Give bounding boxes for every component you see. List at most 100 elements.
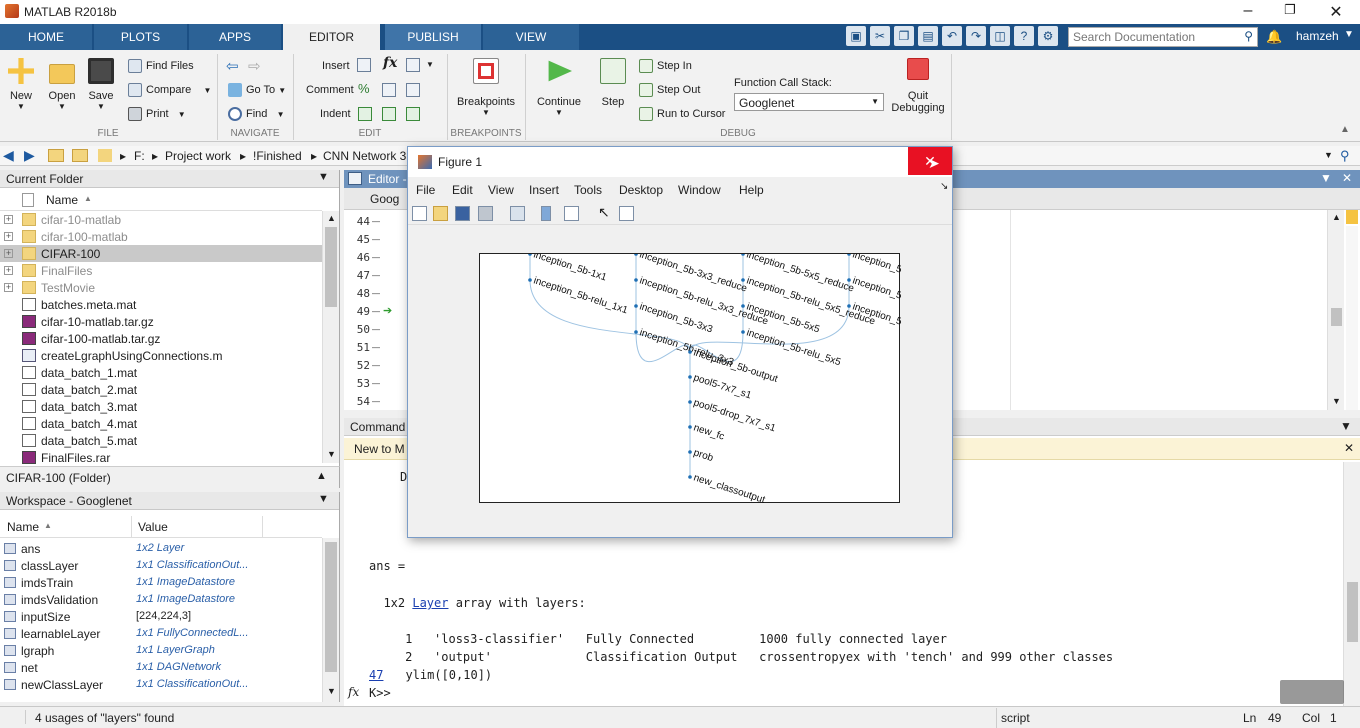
- history-line-number[interactable]: 47: [369, 668, 383, 682]
- expand-icon[interactable]: +: [4, 249, 13, 258]
- back-arrow-icon[interactable]: ⇦: [226, 57, 239, 75]
- close-panel-icon[interactable]: ✕: [1342, 171, 1352, 185]
- scroll-up-icon[interactable]: ▲: [1332, 212, 1341, 222]
- plot-axes[interactable]: inception_5b-1x1 inception_5b-relu_1x1 inc…: [479, 249, 972, 506]
- breakpoints-button[interactable]: Breakpoints ▼: [452, 58, 520, 117]
- function-call-stack-select[interactable]: Googlenet ▼: [734, 93, 884, 111]
- breakpoint-gutter-marker[interactable]: —: [372, 289, 380, 298]
- breadcrumb-project-work[interactable]: Project work: [165, 149, 231, 163]
- breakpoint-gutter-marker[interactable]: —: [372, 361, 380, 370]
- save-icon[interactable]: ▣: [846, 26, 866, 46]
- fx-icon[interactable]: fx: [348, 685, 359, 699]
- menu-window[interactable]: Window: [678, 183, 721, 197]
- variable-row[interactable]: inputSize [224,224,3]: [0, 608, 322, 625]
- breakpoint-gutter-marker[interactable]: —: [372, 253, 380, 262]
- tab-view[interactable]: VIEW: [483, 24, 580, 50]
- decrease-indent-icon[interactable]: [406, 107, 420, 121]
- file-list-item[interactable]: data_batch_2.mat: [0, 381, 322, 398]
- insert-legend-icon[interactable]: [564, 206, 579, 221]
- goto-button[interactable]: Go To ▼: [228, 81, 286, 99]
- forward-arrow-icon[interactable]: ⇨: [248, 57, 261, 75]
- file-list-item[interactable]: cifar-100-matlab.tar.gz: [0, 330, 322, 347]
- column-header[interactable]: Name ▲: [0, 189, 322, 211]
- file-list-item[interactable]: data_batch_3.mat: [0, 398, 322, 415]
- breakpoint-gutter-marker[interactable]: —: [372, 397, 380, 406]
- expand-icon[interactable]: +: [4, 215, 13, 224]
- breakpoint-gutter-marker[interactable]: —: [372, 217, 380, 226]
- breakpoint-gutter-marker[interactable]: —: [372, 379, 380, 388]
- variable-row[interactable]: classLayer 1x1 ClassificationOut...: [0, 557, 322, 574]
- folder-details-bar[interactable]: CIFAR-100 (Folder) ▲: [0, 466, 340, 488]
- file-list-item[interactable]: + TestMovie: [0, 279, 322, 296]
- cut-icon[interactable]: ✂: [870, 26, 890, 46]
- editor-scrollbar[interactable]: ▲ ▼: [1327, 210, 1344, 410]
- editor-tab-googlenet[interactable]: Goog: [370, 192, 399, 206]
- indent-button[interactable]: Indent: [320, 105, 351, 123]
- address-dropdown-icon[interactable]: ▼: [1324, 150, 1333, 160]
- run-to-cursor-button[interactable]: Run to Cursor: [639, 105, 725, 123]
- scroll-thumb[interactable]: [1347, 582, 1358, 642]
- panel-menu-icon[interactable]: ▼: [318, 171, 329, 183]
- undo-icon[interactable]: ↶: [942, 26, 962, 46]
- file-list-item[interactable]: + CIFAR-100: [0, 245, 322, 262]
- increase-indent-icon[interactable]: [382, 107, 396, 121]
- maximize-button[interactable]: ❐: [1270, 2, 1310, 18]
- close-banner-icon[interactable]: ✕: [1344, 441, 1354, 455]
- tab-editor[interactable]: EDITOR: [283, 24, 381, 50]
- panel-menu-icon[interactable]: ▼: [1340, 419, 1352, 433]
- link-plot-icon[interactable]: [510, 206, 525, 221]
- menu-desktop[interactable]: Desktop: [619, 183, 663, 197]
- smart-indent-icon[interactable]: [358, 107, 372, 121]
- panel-menu-icon[interactable]: ▼: [1320, 171, 1332, 185]
- menu-view[interactable]: View: [488, 183, 514, 197]
- menu-insert[interactable]: Insert: [529, 183, 559, 197]
- file-list-item[interactable]: createLgraphUsingConnections.m: [0, 347, 322, 364]
- edit-plot-arrow-icon[interactable]: ↖: [598, 204, 610, 221]
- browse-folder-icon[interactable]: [72, 149, 88, 162]
- variable-row[interactable]: net 1x1 DAGNetwork: [0, 659, 322, 676]
- step-out-button[interactable]: Step Out: [639, 81, 700, 99]
- collapse-ribbon-icon[interactable]: ▲: [1340, 124, 1350, 135]
- file-list-item[interactable]: data_batch_5.mat: [0, 432, 322, 449]
- file-list-item[interactable]: + cifar-100-matlab: [0, 228, 322, 245]
- comment-button[interactable]: Comment: [306, 81, 354, 99]
- file-list-item[interactable]: cifar-10-matlab.tar.gz: [0, 313, 322, 330]
- variable-row[interactable]: learnableLayer 1x1 FullyConnectedL...: [0, 625, 322, 642]
- open-button[interactable]: Open ▼: [44, 58, 80, 111]
- close-button[interactable]: ✕: [1316, 2, 1356, 22]
- settings-icon[interactable]: ⚙: [1038, 26, 1058, 46]
- insert-dropdown-icon[interactable]: ▼: [426, 60, 434, 69]
- open-file-icon[interactable]: [433, 206, 448, 221]
- tab-plots[interactable]: PLOTS: [94, 24, 188, 50]
- breakpoint-gutter-marker[interactable]: —: [372, 271, 380, 280]
- code-analyzer-warning-icon[interactable]: [1346, 210, 1358, 224]
- command-prompt[interactable]: K>>: [369, 686, 398, 700]
- redo-icon[interactable]: ↷: [966, 26, 986, 46]
- search-folder-icon[interactable]: ⚲: [1340, 148, 1350, 164]
- uncomment-icon[interactable]: [382, 83, 396, 97]
- minimize-button[interactable]: –: [1228, 2, 1268, 20]
- workspace-scrollbar[interactable]: ▼: [322, 538, 339, 702]
- file-list-item[interactable]: data_batch_1.mat: [0, 364, 322, 381]
- print-figure-icon[interactable]: [478, 206, 493, 221]
- forward-arrow-icon[interactable]: ▶: [24, 147, 35, 164]
- up-folder-icon[interactable]: [48, 149, 64, 162]
- file-list-item[interactable]: data_batch_4.mat: [0, 415, 322, 432]
- workspace-column-header[interactable]: Name ▲ Value: [0, 516, 322, 538]
- breakpoint-gutter-marker[interactable]: —: [372, 325, 380, 334]
- comment-percent-icon[interactable]: %: [358, 81, 370, 96]
- folder-scrollbar[interactable]: ▲ ▼: [322, 211, 339, 463]
- copy-icon[interactable]: ❐: [894, 26, 914, 46]
- menu-tools[interactable]: Tools: [574, 183, 602, 197]
- variable-row[interactable]: lgraph 1x1 LayerGraph: [0, 642, 322, 659]
- insert-colorbar-icon[interactable]: [541, 206, 551, 221]
- new-button[interactable]: New ▼: [4, 58, 38, 111]
- name-column-label[interactable]: Name: [7, 520, 39, 534]
- breakpoint-gutter-marker[interactable]: —: [372, 343, 380, 352]
- user-name[interactable]: hamzeh: [1296, 29, 1339, 43]
- file-list-item[interactable]: batches.meta.mat: [0, 296, 322, 313]
- file-list-item[interactable]: + cifar-10-matlab: [0, 211, 322, 228]
- find-button[interactable]: Find ▼: [228, 105, 285, 123]
- find-files-button[interactable]: Find Files: [128, 57, 194, 75]
- variable-row[interactable]: ans 1x2 Layer: [0, 540, 322, 557]
